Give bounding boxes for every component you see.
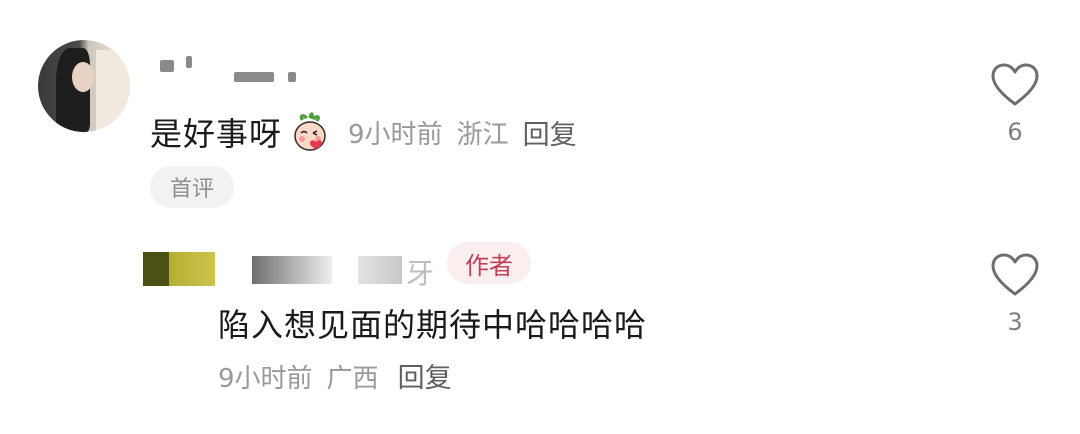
like-count: 6 bbox=[1007, 118, 1023, 146]
comment-text: 陷入想见面的期待中哈哈哈哈 bbox=[218, 306, 648, 344]
comment-section: 是好事呀 9小时前 浙江 回复 首评 6 牙 作者 陷入想见面的期待中哈哈哈哈 9… bbox=[0, 0, 1080, 434]
heart-icon[interactable] bbox=[990, 252, 1040, 298]
comment-meta: 9小时前 浙江 bbox=[348, 114, 509, 151]
username-blurred[interactable]: 牙 bbox=[248, 250, 438, 290]
reply-button[interactable]: 回复 bbox=[523, 113, 577, 152]
author-badge: 作者 bbox=[447, 242, 531, 284]
heart-icon[interactable] bbox=[990, 62, 1040, 108]
comment-row: 是好事呀 9小时前 浙江 回复 bbox=[150, 110, 577, 154]
like-count: 3 bbox=[1007, 308, 1023, 336]
first-comment-badge: 首评 bbox=[150, 166, 234, 208]
comment-location: 广西 bbox=[326, 364, 379, 394]
reply-button[interactable]: 回复 bbox=[398, 363, 452, 394]
username-blurred[interactable] bbox=[156, 46, 326, 82]
avatar[interactable] bbox=[143, 252, 215, 286]
comment-time: 9小时前 bbox=[348, 119, 443, 150]
comment-text: 是好事呀 bbox=[150, 115, 283, 153]
comment-time: 9小时前 bbox=[218, 364, 313, 394]
comment-location: 浙江 bbox=[456, 119, 509, 150]
avatar[interactable] bbox=[38, 40, 130, 132]
blushing-radish-emoji-icon bbox=[294, 112, 326, 151]
username-fragment: 牙 bbox=[406, 257, 435, 290]
comment-meta: 9小时前 广西 回复 bbox=[218, 356, 452, 395]
